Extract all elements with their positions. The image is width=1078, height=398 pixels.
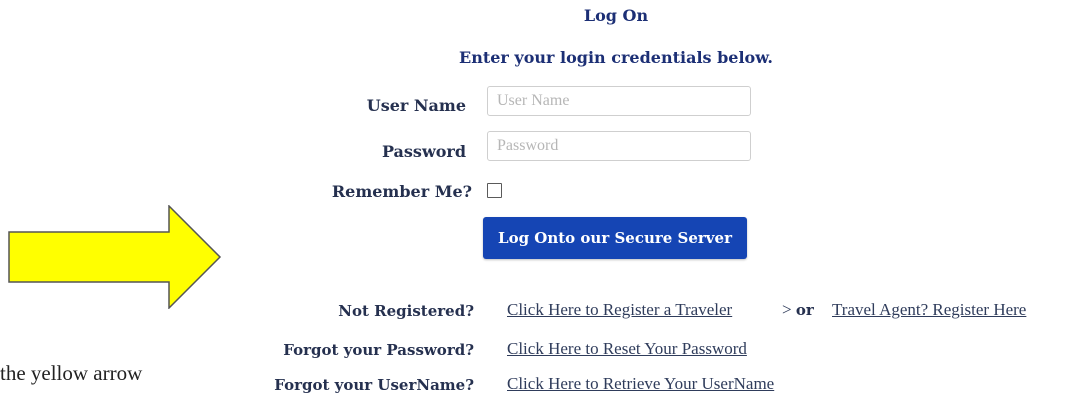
page-subtitle: Enter your login credentials below. (459, 48, 773, 67)
travel-agent-register-link[interactable]: Travel Agent? Register Here (832, 300, 1026, 320)
not-registered-label: Not Registered? (338, 302, 474, 320)
separator-arrow: > (782, 300, 792, 319)
yellow-arrow-icon (8, 205, 222, 309)
page-title: Log On (583, 6, 649, 25)
arrow-caption: the yellow arrow (0, 361, 143, 385)
retrieve-username-link[interactable]: Click Here to Retrieve Your UserName (507, 374, 774, 394)
link-separator: > or (782, 300, 814, 320)
password-label: Password (381, 142, 466, 161)
login-submit-button[interactable]: Log Onto our Secure Server (483, 217, 747, 259)
username-input[interactable] (487, 86, 751, 116)
remember-me-label: Remember Me? (331, 182, 472, 201)
password-input[interactable] (487, 131, 751, 161)
forgot-username-label: Forgot your UserName? (274, 376, 474, 394)
separator-or: or (795, 301, 814, 319)
reset-password-link[interactable]: Click Here to Reset Your Password (507, 339, 747, 359)
remember-me-checkbox[interactable] (487, 183, 502, 198)
forgot-password-label: Forgot your Password? (283, 341, 474, 359)
register-traveler-link[interactable]: Click Here to Register a Traveler (507, 300, 732, 320)
username-label: User Name (366, 96, 466, 115)
